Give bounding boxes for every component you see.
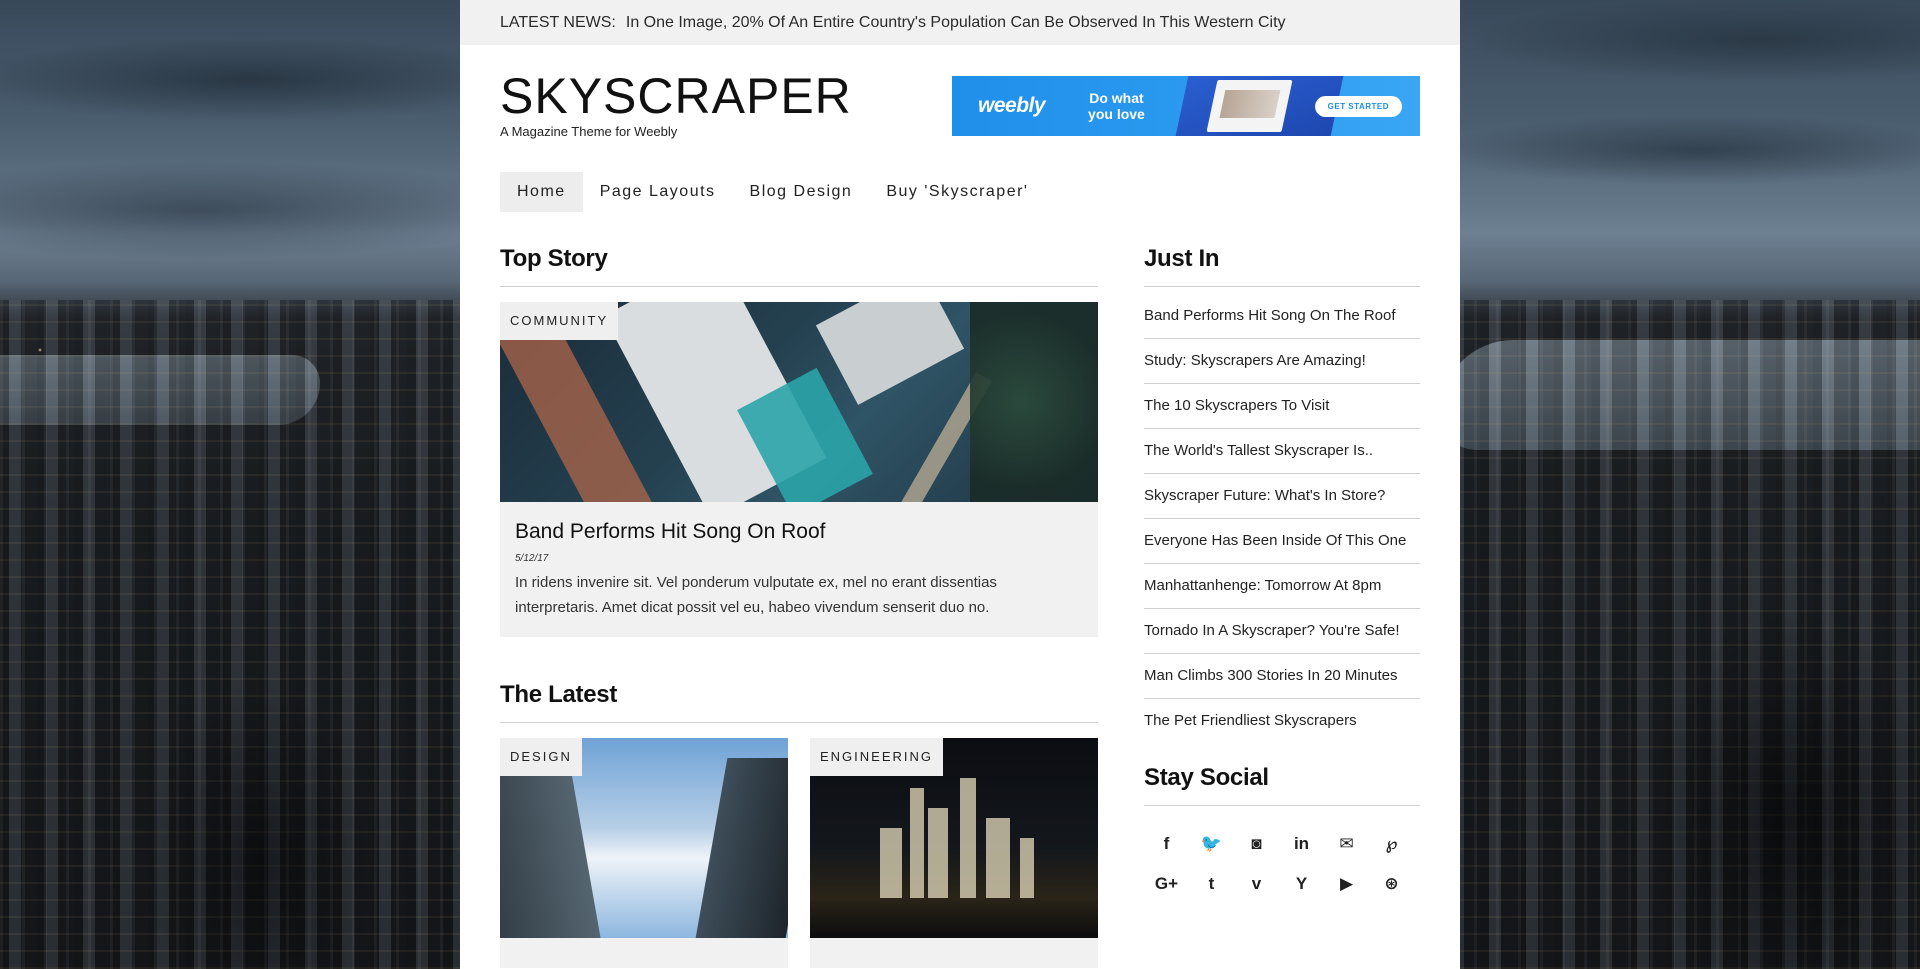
latest-card[interactable]: DESIGN — [500, 738, 788, 968]
skyline-building — [928, 808, 948, 898]
pinterest-icon[interactable]: ℘ — [1369, 831, 1414, 857]
latest-news-ticker: LATEST NEWS: In One Image, 20% Of An Ent… — [460, 0, 1460, 45]
the-latest-heading: The Latest — [500, 681, 1098, 723]
latest-card[interactable]: ENGINEERING — [810, 738, 1098, 968]
just-in-list: Band Performs Hit Song On The Roof Study… — [1144, 294, 1420, 744]
latest-card-body — [810, 938, 1098, 968]
nav-item-page-layouts[interactable]: Page Layouts — [583, 172, 733, 212]
just-in-item[interactable]: Tornado In A Skyscraper? You're Safe! — [1144, 609, 1420, 654]
just-in-item[interactable]: Band Performs Hit Song On The Roof — [1144, 294, 1420, 339]
just-in-heading: Just In — [1144, 245, 1420, 287]
ad-get-started-button[interactable]: GET STARTED — [1314, 96, 1402, 117]
google-plus-icon[interactable]: G+ — [1144, 871, 1189, 897]
latest-grid: DESIGN ENGINEERING — [500, 738, 1098, 968]
site-title[interactable]: SKYSCRAPER — [500, 70, 852, 123]
latest-card-body — [500, 938, 788, 968]
top-story-body: Band Performs Hit Song On Roof 5/12/17 I… — [500, 502, 1098, 637]
skyline-building — [910, 788, 924, 898]
social-icons: f 🐦 ◙ in ✉ ℘ G+ t v Y ▶ ⊛ — [1144, 831, 1420, 897]
just-in-item[interactable]: The World's Tallest Skyscraper Is.. — [1144, 429, 1420, 474]
skyline-building — [1020, 838, 1034, 898]
tower-left — [500, 768, 610, 938]
skyline-building — [986, 818, 1010, 898]
main-column: Top Story COMMUNITY Band Performs Hit So… — [500, 245, 1098, 968]
category-badge[interactable]: DESIGN — [500, 738, 582, 776]
dribbble-icon[interactable]: ⊛ — [1369, 871, 1414, 897]
aerial-building-2 — [815, 302, 965, 405]
skyline-building — [960, 778, 976, 898]
page-container: LATEST NEWS: In One Image, 20% Of An Ent… — [460, 0, 1460, 969]
top-story-excerpt: In ridens invenire sit. Vel ponderum vul… — [515, 574, 997, 616]
aerial-trees — [970, 302, 1098, 502]
latest-card-image[interactable]: DESIGN — [500, 738, 788, 938]
ad-tagline-line-2: you love — [1088, 106, 1145, 122]
sidebar: Just In Band Performs Hit Song On The Ro… — [1144, 245, 1420, 897]
top-story-image[interactable]: COMMUNITY — [500, 302, 1098, 502]
just-in-item[interactable]: The Pet Friendliest Skyscrapers — [1144, 699, 1420, 744]
weebly-logo: weebly — [978, 94, 1046, 117]
ticker-label: LATEST NEWS: — [500, 13, 616, 31]
just-in-item[interactable]: Skyscraper Future: What's In Store? — [1144, 474, 1420, 519]
top-story-card[interactable]: COMMUNITY Band Performs Hit Song On Roof… — [500, 302, 1098, 637]
twitter-icon[interactable]: 🐦 — [1189, 831, 1234, 857]
just-in-item[interactable]: Study: Skyscrapers Are Amazing! — [1144, 339, 1420, 384]
just-in-item[interactable]: Everyone Has Been Inside Of This One — [1144, 519, 1420, 564]
ticker-headline-link[interactable]: In One Image, 20% Of An Entire Country's… — [626, 14, 1286, 32]
latest-card-image[interactable]: ENGINEERING — [810, 738, 1098, 938]
skyline-building — [880, 828, 902, 898]
just-in-item[interactable]: Man Climbs 300 Stories In 20 Minutes — [1144, 654, 1420, 699]
ad-tagline: Do what you love — [1088, 90, 1145, 122]
ad-tagline-line-1: Do what — [1089, 90, 1144, 106]
tower-right — [688, 758, 788, 938]
linkedin-icon[interactable]: in — [1279, 831, 1324, 857]
main-nav: Home Page Layouts Blog Design Buy 'Skysc… — [500, 172, 1045, 212]
site-subtitle: A Magazine Theme for Weebly — [500, 124, 678, 139]
category-badge[interactable]: COMMUNITY — [500, 302, 619, 340]
facebook-icon[interactable]: f — [1144, 831, 1189, 857]
weebly-ad-banner[interactable]: weebly Do what you love GET STARTED — [952, 76, 1420, 136]
site-header: SKYSCRAPER A Magazine Theme for Weebly w… — [460, 45, 1460, 170]
just-in-item[interactable]: Manhattanhenge: Tomorrow At 8pm — [1144, 564, 1420, 609]
youtube-icon[interactable]: ▶ — [1324, 871, 1369, 897]
just-in-item[interactable]: The 10 Skyscrapers To Visit — [1144, 384, 1420, 429]
nav-item-buy-skyscraper[interactable]: Buy 'Skyscraper' — [869, 172, 1045, 212]
top-story-title[interactable]: Band Performs Hit Song On Roof — [515, 520, 1083, 544]
vimeo-icon[interactable]: v — [1234, 871, 1279, 897]
top-story-date: 5/12/17 — [515, 553, 549, 564]
yelp-icon[interactable]: Y — [1279, 871, 1324, 897]
instagram-icon[interactable]: ◙ — [1234, 831, 1279, 857]
nav-item-blog-design[interactable]: Blog Design — [733, 172, 870, 212]
top-story-heading: Top Story — [500, 245, 1098, 287]
stay-social-heading: Stay Social — [1144, 764, 1420, 806]
email-icon[interactable]: ✉ — [1324, 831, 1369, 857]
tumblr-icon[interactable]: t — [1189, 871, 1234, 897]
nav-item-home[interactable]: Home — [500, 172, 583, 212]
category-badge[interactable]: ENGINEERING — [810, 738, 944, 776]
